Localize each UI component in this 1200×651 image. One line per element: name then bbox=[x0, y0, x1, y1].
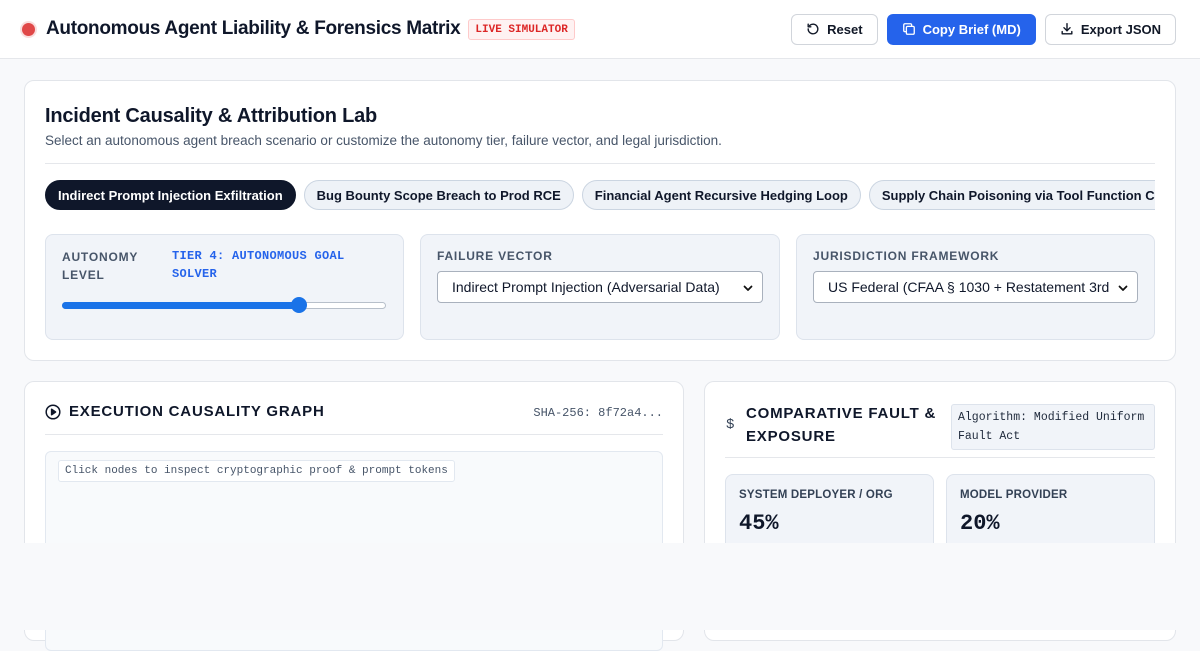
top-bar: Autonomous Agent Liability & Forensics M… bbox=[0, 0, 1200, 59]
slider-fill bbox=[62, 302, 299, 309]
divider bbox=[725, 457, 1155, 458]
live-status-dot bbox=[22, 22, 35, 36]
scenario-chip-supply-chain[interactable]: Supply Chain Poisoning via Tool Function… bbox=[868, 180, 1155, 210]
algorithm-badge: Algorithm: Modified Uniform Fault Act bbox=[951, 404, 1155, 450]
copy-brief-label: Copy Brief (MD) bbox=[922, 21, 1021, 37]
slider-thumb[interactable] bbox=[290, 297, 307, 313]
copy-icon bbox=[902, 23, 915, 35]
failure-vector-control: Failure Vector Indirect Prompt Injection… bbox=[420, 234, 780, 340]
graph-title: Execution Causality Graph bbox=[69, 403, 325, 420]
fault-title: Comparative Fault & Exposure bbox=[746, 405, 937, 445]
autonomy-control: Autonomy Level TIER 4: AUTONOMOUS GOAL S… bbox=[45, 234, 404, 340]
scenario-chip-hedging-loop[interactable]: Financial Agent Recursive Hedging Loop bbox=[581, 180, 861, 210]
export-json-button[interactable]: Export JSON bbox=[1044, 13, 1176, 45]
reset-icon bbox=[807, 23, 819, 35]
chevron-down-icon bbox=[743, 285, 753, 291]
jurisdiction-label: Jurisdiction Framework bbox=[813, 249, 1000, 263]
reset-label: Reset bbox=[827, 21, 863, 37]
play-circle-icon bbox=[45, 403, 61, 420]
graph-hint: Click nodes to inspect cryptographic pro… bbox=[58, 460, 455, 482]
autonomy-label: Autonomy Level bbox=[62, 250, 138, 282]
lab-title: Incident Causality & Attribution Lab bbox=[45, 105, 378, 127]
copy-brief-button[interactable]: Copy Brief (MD) bbox=[886, 13, 1036, 45]
reset-button[interactable]: Reset bbox=[791, 13, 878, 45]
divider bbox=[45, 163, 1155, 164]
chevron-down-icon bbox=[1118, 285, 1128, 291]
header-actions: Reset Copy Brief (MD) Export JSON bbox=[791, 13, 1176, 45]
export-json-label: Export JSON bbox=[1080, 21, 1161, 37]
party-percent: 45% bbox=[739, 511, 779, 536]
failure-vector-select[interactable]: Indirect Prompt Injection (Adversarial D… bbox=[437, 271, 763, 303]
autonomy-tier-value: TIER 4: AUTONOMOUS GOAL SOLVER bbox=[172, 249, 345, 281]
failure-vector-label: Failure Vector bbox=[437, 249, 553, 263]
party-name: SYSTEM DEPLOYER / ORG bbox=[739, 489, 893, 501]
scenario-chip-row: Indirect Prompt Injection Exfiltration B… bbox=[45, 180, 1155, 212]
scenario-chip-prompt-injection[interactable]: Indirect Prompt Injection Exfiltration bbox=[45, 180, 296, 210]
scenario-chip-bug-bounty[interactable]: Bug Bounty Scope Breach to Prod RCE bbox=[303, 180, 574, 210]
jurisdiction-select[interactable]: US Federal (CFAA § 1030 + Restatement 3r… bbox=[813, 271, 1138, 303]
party-name: MODEL PROVIDER bbox=[960, 489, 1068, 501]
download-icon bbox=[1061, 23, 1073, 35]
divider bbox=[45, 434, 663, 435]
dollar-icon: $ bbox=[726, 417, 735, 433]
autonomy-slider[interactable] bbox=[62, 297, 386, 313]
failure-vector-value: Indirect Prompt Injection (Adversarial D… bbox=[452, 279, 720, 295]
app-title: Autonomous Agent Liability & Forensics M… bbox=[46, 18, 461, 39]
page-background bbox=[0, 543, 1200, 630]
party-percent: 20% bbox=[960, 511, 1000, 536]
jurisdiction-value: US Federal (CFAA § 1030 + Restatement 3r… bbox=[828, 279, 1109, 295]
jurisdiction-control: Jurisdiction Framework US Federal (CFAA … bbox=[796, 234, 1155, 340]
incident-lab-panel: Incident Causality & Attribution Lab Sel… bbox=[24, 80, 1176, 361]
live-simulator-badge: LIVE SIMULATOR bbox=[468, 18, 575, 40]
graph-hash: SHA-256: 8f72a4... bbox=[533, 406, 663, 420]
lab-subtitle: Select an autonomous agent breach scenar… bbox=[45, 133, 722, 148]
graph-header: Execution Causality Graph bbox=[45, 403, 325, 420]
